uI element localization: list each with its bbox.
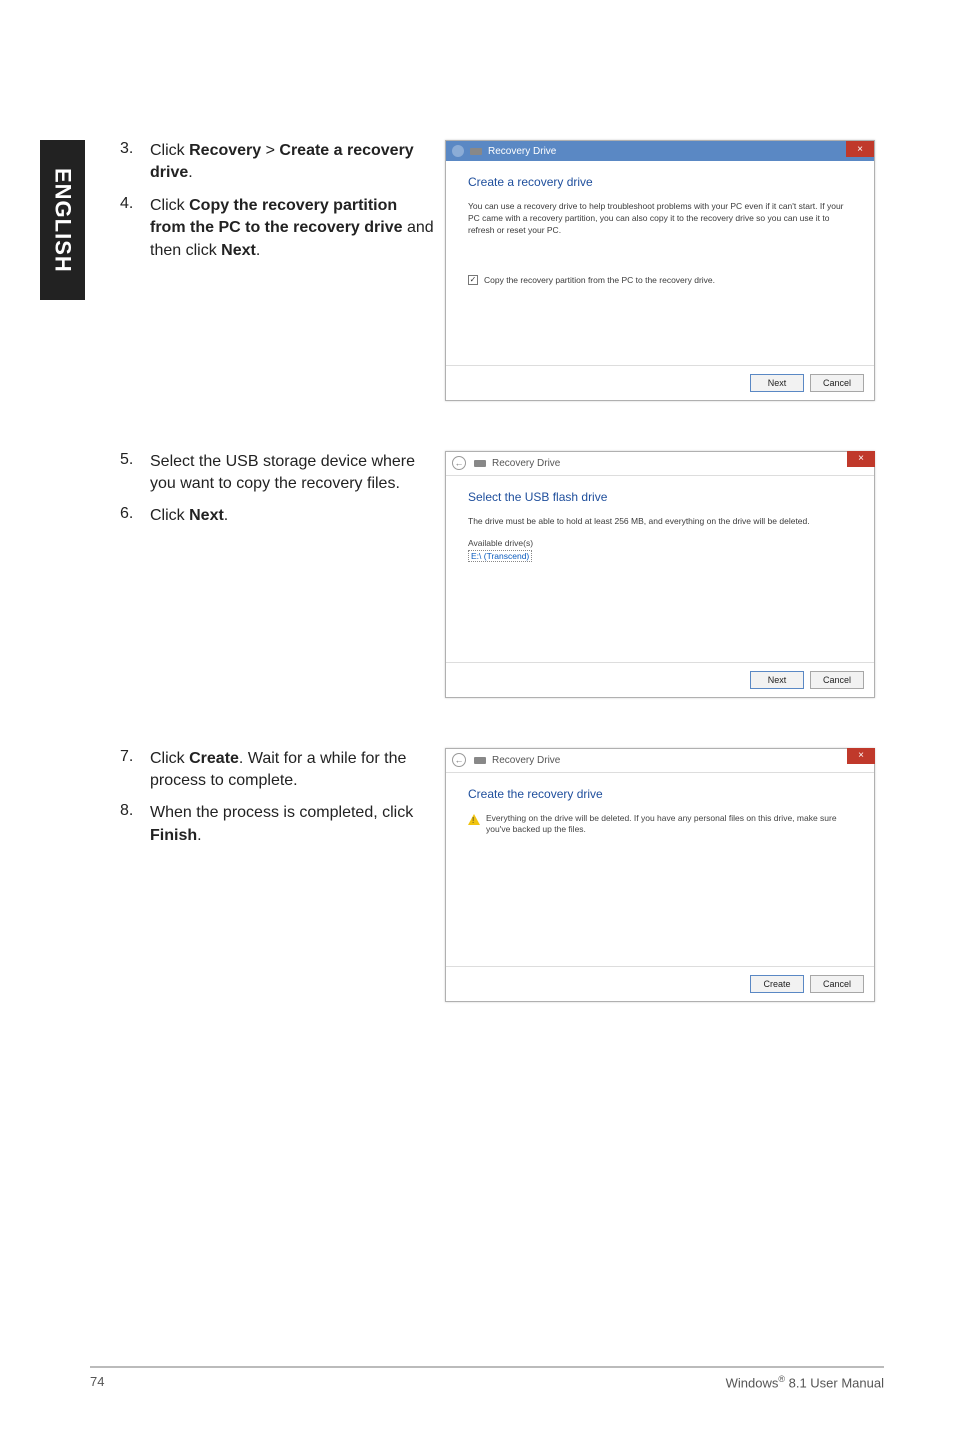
step-5: 5. Select the USB storage device where y… (120, 451, 435, 496)
dialog-heading: Create a recovery drive (468, 175, 852, 189)
step-text: Select the USB storage device where you … (150, 451, 435, 496)
step-6: 6. Click Next. (120, 505, 435, 527)
manual-title: Windows® 8.1 User Manual (726, 1374, 884, 1390)
close-button[interactable]: × (846, 141, 874, 157)
language-tab: ENGLISH (40, 140, 85, 300)
step-text: Click Copy the recovery partition from t… (150, 195, 435, 262)
usb-icon (474, 757, 486, 764)
step-number: 7. (120, 748, 150, 793)
cancel-button[interactable]: Cancel (810, 975, 864, 993)
copy-partition-checkbox[interactable]: ✓ (468, 275, 478, 285)
step-number: 5. (120, 451, 150, 496)
step-text: When the process is completed, click Fin… (150, 802, 435, 847)
dialog-body-text: Everything on the drive will be deleted.… (486, 813, 852, 837)
dialog-heading: Create the recovery drive (468, 787, 852, 801)
warning-icon (468, 814, 480, 825)
usb-icon (474, 460, 486, 467)
back-button[interactable]: ← (452, 456, 466, 470)
dialog-body-text: The drive must be able to hold at least … (468, 516, 852, 528)
dialog-footer: Next Cancel (446, 365, 874, 400)
drive-list-item[interactable]: E:\ (Transcend) (468, 550, 852, 562)
next-button[interactable]: Next (750, 374, 804, 392)
step-8: 8. When the process is completed, click … (120, 802, 435, 847)
dialog-footer: Create Cancel (446, 966, 874, 1001)
step-3: 3. Click Recovery > Create a recovery dr… (120, 140, 435, 185)
step-number: 8. (120, 802, 150, 847)
language-tab-text: ENGLISH (50, 168, 76, 273)
back-icon[interactable] (452, 145, 464, 157)
dialog-title: Recovery Drive (492, 755, 560, 766)
recovery-dialog-confirm-create: ← Recovery Drive × Create the recovery d… (445, 748, 875, 1003)
dialog-titlebar: ← Recovery Drive × (446, 452, 874, 476)
checkbox-label: Copy the recovery partition from the PC … (484, 275, 715, 285)
step-text: Click Next. (150, 505, 228, 527)
create-button[interactable]: Create (750, 975, 804, 993)
back-button[interactable]: ← (452, 753, 466, 767)
next-button[interactable]: Next (750, 671, 804, 689)
step-7: 7. Click Create. Wait for a while for th… (120, 748, 435, 793)
step-4: 4. Click Copy the recovery partition fro… (120, 195, 435, 262)
dialog-titlebar: Recovery Drive × (446, 141, 874, 161)
cancel-button[interactable]: Cancel (810, 671, 864, 689)
dialog-footer: Next Cancel (446, 662, 874, 697)
recovery-dialog-create-drive: Recovery Drive × Create a recovery drive… (445, 140, 875, 401)
dialog-title: Recovery Drive (488, 146, 556, 157)
step-number: 6. (120, 505, 150, 527)
drive-item-text: E:\ (Transcend) (468, 550, 532, 562)
close-button[interactable]: × (847, 451, 875, 467)
available-drives-label: Available drive(s) (468, 538, 852, 548)
step-text: Click Recovery > Create a recovery drive… (150, 140, 435, 185)
dialog-heading: Select the USB flash drive (468, 490, 852, 504)
step-text: Click Create. Wait for a while for the p… (150, 748, 435, 793)
dialog-titlebar: ← Recovery Drive × (446, 749, 874, 773)
step-number: 4. (120, 195, 150, 262)
page-footer: 74 Windows® 8.1 User Manual (90, 1366, 884, 1390)
close-button[interactable]: × (847, 748, 875, 764)
usb-icon (470, 148, 482, 155)
recovery-dialog-select-usb: ← Recovery Drive × Select the USB flash … (445, 451, 875, 698)
page-number: 74 (90, 1374, 104, 1390)
dialog-title: Recovery Drive (492, 458, 560, 469)
step-number: 3. (120, 140, 150, 185)
dialog-body-text: You can use a recovery drive to help tro… (468, 201, 852, 237)
cancel-button[interactable]: Cancel (810, 374, 864, 392)
